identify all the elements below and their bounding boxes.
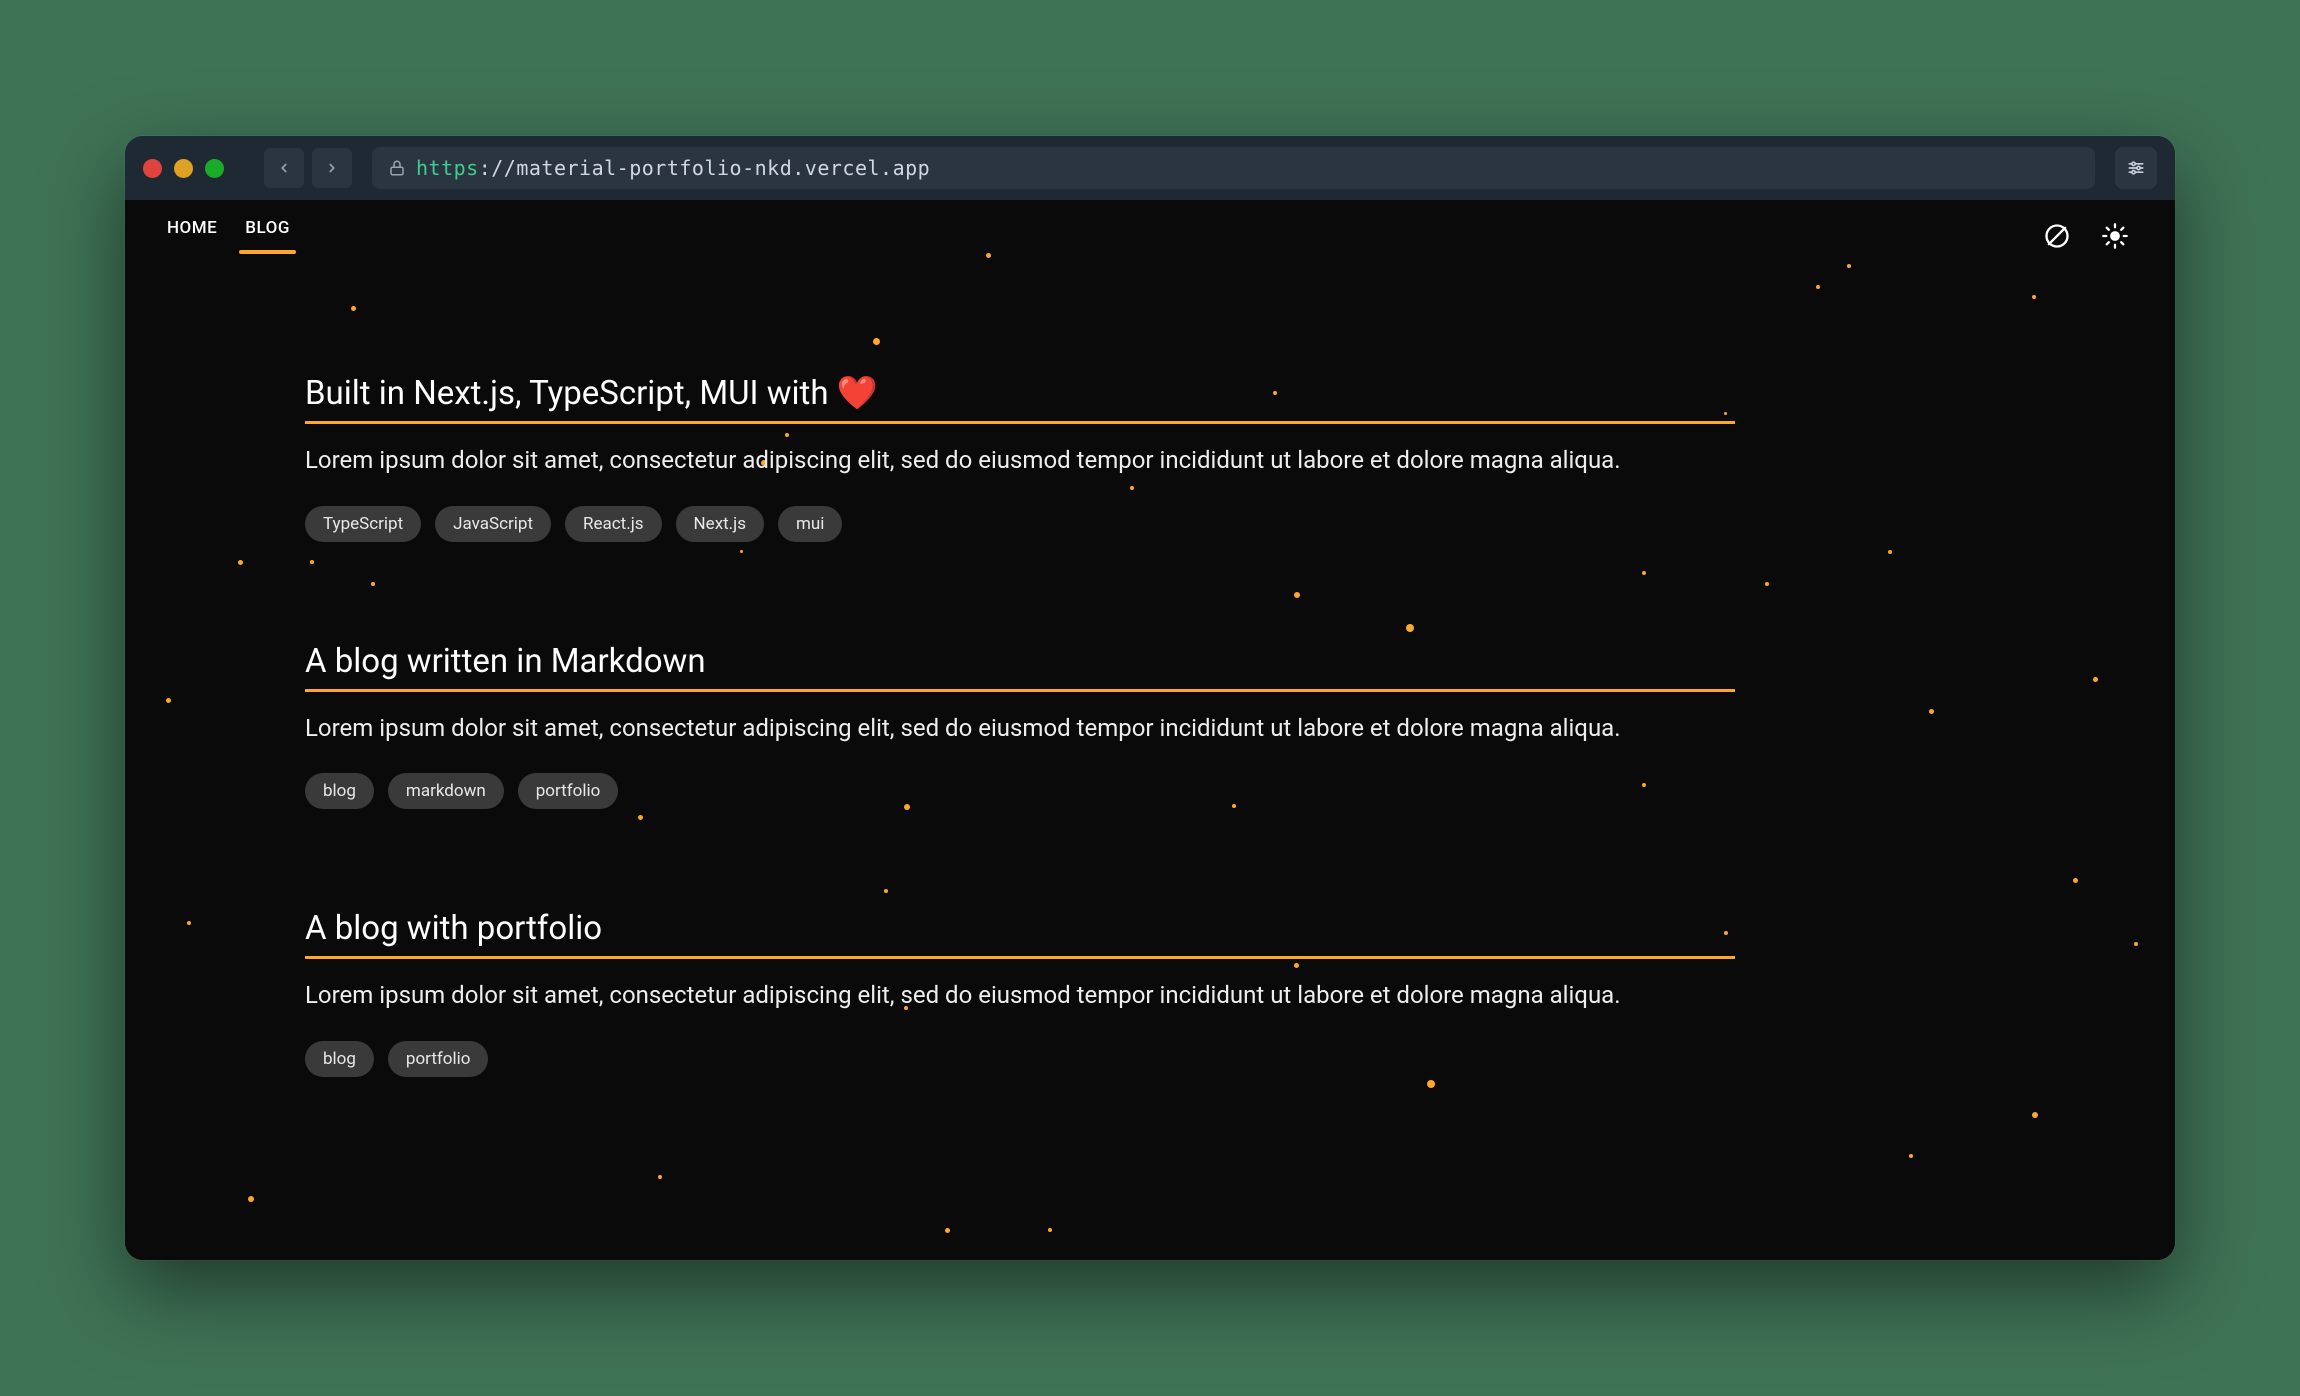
url-host: ://material-portfolio-nkd.vercel.app xyxy=(479,156,930,180)
tag-chip[interactable]: React.js xyxy=(565,506,662,542)
tag-chip[interactable]: markdown xyxy=(388,773,504,809)
tab-home[interactable]: HOME xyxy=(167,218,217,254)
post-title[interactable]: A blog with portfolio xyxy=(305,909,1735,959)
browser-window: https://material-portfolio-nkd.vercel.ap… xyxy=(125,136,2175,1260)
tag-chip[interactable]: mui xyxy=(778,506,842,542)
main-content: Built in Next.js, TypeScript, MUI with ❤… xyxy=(125,254,2175,1257)
nav-tabs: HOME BLOG xyxy=(167,218,290,254)
post-description: Lorem ipsum dolor sit amet, consectetur … xyxy=(305,444,1735,478)
window-close-button[interactable] xyxy=(143,159,162,178)
lock-icon xyxy=(388,159,406,177)
window-minimize-button[interactable] xyxy=(174,159,193,178)
post-description: Lorem ipsum dolor sit amet, consectetur … xyxy=(305,712,1735,746)
back-button[interactable] xyxy=(264,148,304,188)
tag-chip[interactable]: TypeScript xyxy=(305,506,421,542)
tag-chip[interactable]: blog xyxy=(305,773,374,809)
url-scheme: https xyxy=(416,156,479,180)
light-mode-icon[interactable] xyxy=(2097,218,2133,254)
post-title[interactable]: Built in Next.js, TypeScript, MUI with ❤… xyxy=(305,374,1735,424)
post-tags: blog markdown portfolio xyxy=(305,773,1735,809)
tag-chip[interactable]: portfolio xyxy=(518,773,619,809)
do-not-disturb-icon[interactable] xyxy=(2039,218,2075,254)
tag-chip[interactable]: JavaScript xyxy=(435,506,551,542)
blog-post: A blog written in Markdown Lorem ipsum d… xyxy=(305,642,1735,810)
tag-chip[interactable]: blog xyxy=(305,1041,374,1077)
tag-chip[interactable]: portfolio xyxy=(388,1041,489,1077)
top-nav: HOME BLOG xyxy=(125,200,2175,254)
window-maximize-button[interactable] xyxy=(205,159,224,178)
tab-blog[interactable]: BLOG xyxy=(245,218,290,254)
traffic-lights xyxy=(143,159,224,178)
forward-button[interactable] xyxy=(312,148,352,188)
post-title[interactable]: A blog written in Markdown xyxy=(305,642,1735,692)
nav-arrows xyxy=(264,148,352,188)
post-tags: blog portfolio xyxy=(305,1041,1735,1077)
nav-icons xyxy=(2039,218,2133,254)
post-tags: TypeScript JavaScript React.js Next.js m… xyxy=(305,506,1735,542)
browser-titlebar: https://material-portfolio-nkd.vercel.ap… xyxy=(125,136,2175,200)
tag-chip[interactable]: Next.js xyxy=(676,506,764,542)
post-description: Lorem ipsum dolor sit amet, consectetur … xyxy=(305,979,1735,1013)
page-body: HOME BLOG Built in Next.js, TypeScript, … xyxy=(125,200,2175,1260)
url-text: https://material-portfolio-nkd.vercel.ap… xyxy=(416,156,930,180)
blog-post: A blog with portfolio Lorem ipsum dolor … xyxy=(305,909,1735,1077)
browser-settings-button[interactable] xyxy=(2115,147,2157,189)
address-bar[interactable]: https://material-portfolio-nkd.vercel.ap… xyxy=(372,147,2095,189)
blog-post: Built in Next.js, TypeScript, MUI with ❤… xyxy=(305,374,1735,542)
